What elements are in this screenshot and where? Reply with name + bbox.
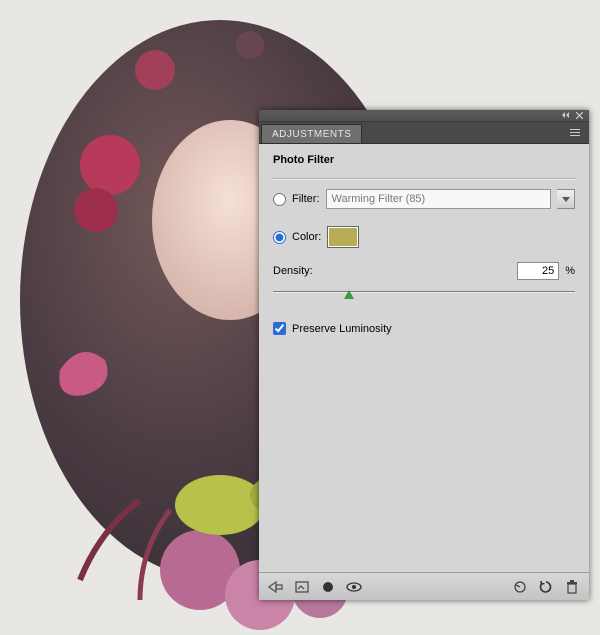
- expand-view-icon[interactable]: [293, 578, 311, 596]
- panel-titlebar: [259, 110, 589, 122]
- panel-menu-icon[interactable]: [567, 125, 583, 139]
- previous-state-icon[interactable]: [511, 578, 529, 596]
- close-icon[interactable]: [574, 111, 585, 120]
- preserve-label: Preserve Luminosity: [292, 323, 392, 335]
- density-row: Density: %: [273, 262, 575, 280]
- color-label: Color:: [292, 231, 321, 243]
- adjustment-title: Photo Filter: [273, 152, 575, 170]
- density-input[interactable]: [517, 262, 559, 280]
- trash-icon[interactable]: [563, 578, 581, 596]
- clip-to-layer-icon[interactable]: [319, 578, 337, 596]
- preserve-checkbox[interactable]: [273, 322, 286, 335]
- filter-dropdown-value: Warming Filter (85): [332, 193, 426, 205]
- color-swatch[interactable]: [327, 226, 359, 248]
- visibility-eye-icon[interactable]: [345, 578, 363, 596]
- density-label: Density:: [273, 265, 313, 277]
- density-slider[interactable]: [273, 288, 575, 302]
- panel-footer: [259, 572, 589, 600]
- back-arrow-icon[interactable]: [267, 578, 285, 596]
- panel-body: Photo Filter Filter: Warming Filter (85)…: [259, 144, 589, 572]
- divider: [273, 178, 575, 180]
- collapse-icon[interactable]: [560, 111, 571, 120]
- filter-label: Filter:: [292, 193, 320, 205]
- tab-adjustments[interactable]: ADJUSTMENTS: [261, 124, 362, 143]
- filter-row: Filter: Warming Filter (85): [273, 188, 575, 210]
- filter-dropdown-button[interactable]: [557, 189, 575, 209]
- density-slider-thumb: [344, 290, 354, 299]
- density-unit: %: [565, 265, 575, 277]
- reset-icon[interactable]: [537, 578, 555, 596]
- color-row: Color:: [273, 226, 575, 248]
- preserve-row: Preserve Luminosity: [273, 322, 575, 335]
- color-radio[interactable]: [273, 231, 286, 244]
- tab-row: ADJUSTMENTS: [259, 122, 589, 144]
- filter-radio[interactable]: [273, 193, 286, 206]
- adjustments-panel: ADJUSTMENTS Photo Filter Filter: Warming…: [259, 110, 589, 600]
- filter-dropdown[interactable]: Warming Filter (85): [326, 189, 552, 209]
